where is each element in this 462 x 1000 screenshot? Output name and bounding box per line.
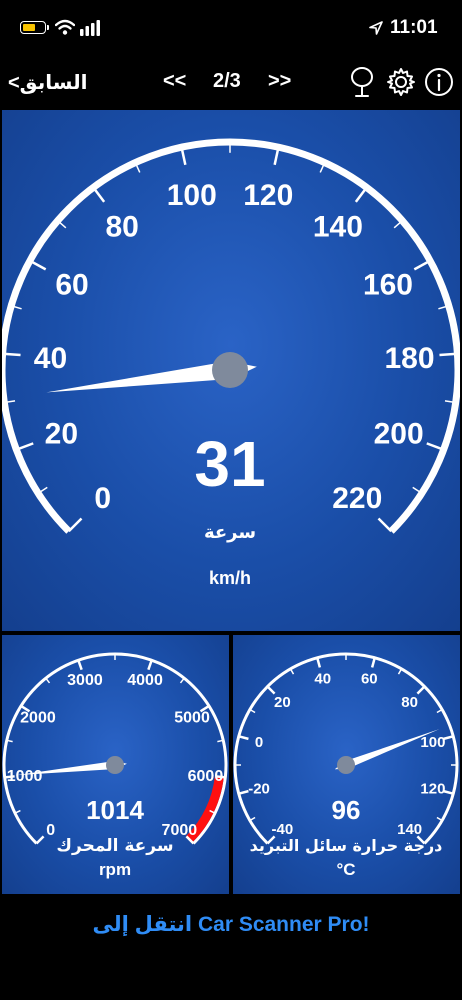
speed-tick-label: 20: [45, 418, 78, 451]
coolant-temp-gauge[interactable]: -40 -20 0 20 40 60 80 100 120 140 96 درجة حرارة س…: [233, 635, 460, 894]
nav-bar: السابق> << 2/3 >>: [0, 58, 462, 108]
speed-tick-label: 200: [374, 418, 424, 451]
temp-label: درجة حرارة سائل التبريد: [250, 836, 443, 855]
speed-tick-label: 220: [332, 482, 382, 515]
rpm-needle-hub: [106, 756, 124, 774]
speed-tick: [413, 259, 431, 271]
speed-tick: [354, 186, 368, 203]
gear-icon[interactable]: [385, 66, 417, 98]
rpm-tick: [45, 677, 51, 684]
speed-tick: [439, 352, 458, 357]
rpm-tick-label: 5000: [174, 709, 210, 726]
mic-icon[interactable]: [348, 66, 376, 100]
speed-tick-label: 120: [243, 179, 293, 212]
next-page-button[interactable]: >>: [268, 70, 291, 93]
temp-tick-label: 100: [420, 734, 445, 751]
rpm-gauge[interactable]: 0 1000 2000 3000 4000 5000 6000 7000 1014 سرعة …: [2, 635, 229, 894]
speed-tick-label: 0: [94, 482, 111, 515]
rpm-tick-label: 0: [46, 822, 55, 839]
speed-tick: [377, 517, 393, 533]
rpm-tick: [77, 659, 83, 671]
speed-tick: [29, 259, 47, 271]
temp-tick: [316, 657, 322, 668]
speed-tick: [92, 186, 106, 203]
speed-tick-label: 60: [55, 269, 88, 302]
rpm-tick: [147, 659, 153, 671]
speed-value: 31: [194, 428, 265, 500]
rpm-label: سرعة المحرك: [56, 836, 173, 856]
speed-tick-label: 100: [167, 179, 217, 212]
speed-tick-label: 140: [313, 211, 363, 244]
speed-needle-hub: [212, 352, 248, 388]
wifi-icon: [55, 19, 75, 35]
info-icon[interactable]: [423, 66, 455, 98]
rpm-tick-label: 3000: [67, 672, 103, 689]
prev-page-button[interactable]: <<: [163, 70, 186, 93]
rpm-tick-label: 4000: [127, 672, 163, 689]
temp-tick: [238, 735, 249, 741]
temp-tick-label: 120: [420, 781, 445, 798]
temp-tick-label: 0: [255, 734, 263, 751]
temp-tick-label: 80: [401, 694, 418, 711]
temp-unit: °C: [336, 860, 355, 879]
rpm-tick: [179, 677, 185, 684]
rpm-tick-label: 6000: [188, 768, 224, 785]
temp-tick-label: 40: [314, 670, 331, 687]
speed-unit: km/h: [209, 568, 251, 588]
speed-tick: [67, 517, 83, 533]
upgrade-pro-link-text: !Car Scanner Pro انتقل إلى: [92, 913, 370, 936]
speed-tick-label: 160: [363, 269, 413, 302]
temp-tick: [370, 657, 376, 668]
rpm-tick-label: 1000: [7, 768, 43, 785]
temp-tick-label: 60: [361, 670, 378, 687]
rpm-value: 1014: [86, 795, 144, 825]
speed-label: سرعة: [204, 522, 256, 543]
status-time: 11:01: [390, 17, 438, 38]
signal-icon: [80, 20, 100, 36]
temp-tick: [266, 685, 276, 695]
rpm-unit: rpm: [99, 860, 131, 879]
temp-tick-label: -20: [248, 781, 270, 798]
rpm-tick: [35, 835, 45, 845]
location-arrow-icon: [369, 21, 383, 35]
battery-icon: [20, 21, 49, 34]
temp-tick: [238, 789, 249, 795]
temp-tick: [416, 685, 426, 695]
back-button[interactable]: السابق>: [8, 70, 87, 95]
speed-tick-label: 180: [385, 342, 435, 375]
temp-tick-label: 20: [274, 694, 291, 711]
battery-level: [23, 24, 35, 31]
status-bar: 11:01: [0, 0, 462, 58]
temp-value: 96: [332, 795, 361, 825]
rpm-tick-label: 2000: [20, 709, 56, 726]
upgrade-pro-link[interactable]: !Car Scanner Pro انتقل إلى: [0, 912, 462, 937]
temp-needle-hub: [337, 756, 355, 774]
speed-tick-label: 40: [34, 342, 67, 375]
page-indicator: 2/3: [213, 70, 241, 92]
speed-tick: [2, 352, 21, 357]
speed-gauge[interactable]: 0 20 40 60 80 100 120 140 160 180 200 220 31 سرعة k…: [2, 110, 460, 631]
speed-tick-label: 80: [105, 211, 138, 244]
